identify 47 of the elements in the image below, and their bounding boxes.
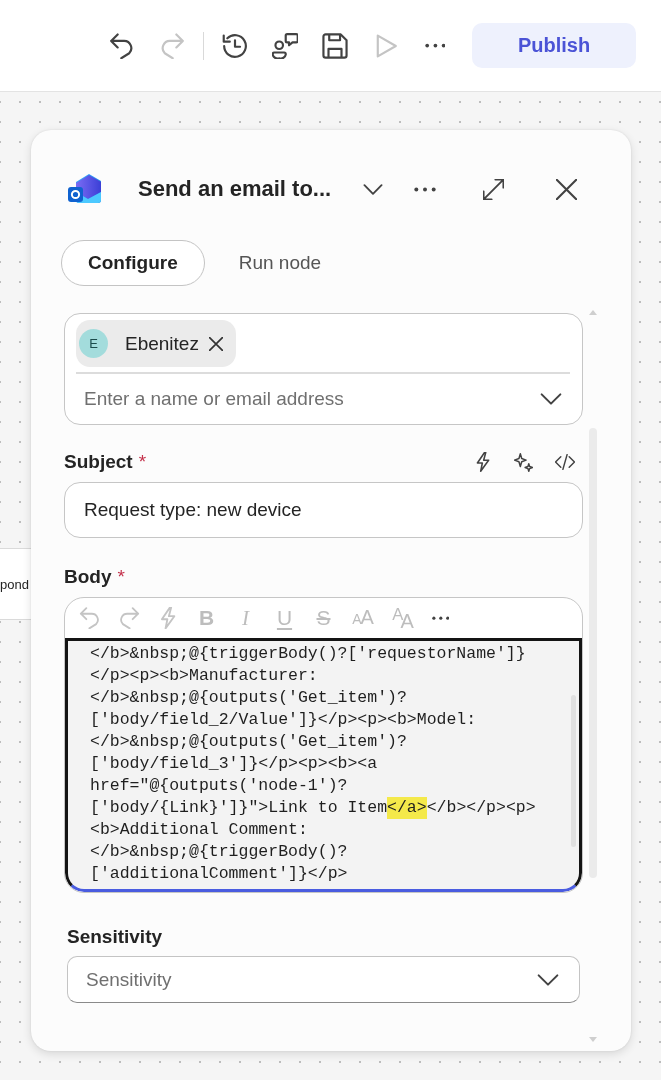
required-mark: * [138,451,147,473]
more-icon[interactable] [414,186,436,192]
canvas-node[interactable]: pond [0,548,31,620]
code-line: ['body/field_3']}</p><p><b><a [90,753,378,775]
sensitivity-dropdown[interactable]: Sensitivity [67,956,580,1003]
recipient-input[interactable]: Enter a name or email address [76,384,540,414]
panel-title: Send an email to... [138,176,333,202]
recipient-chip[interactable]: E Ebenitez [76,320,236,367]
code-line: </b>&nbsp;@{outputs('Get_item')? [90,687,407,709]
save-icon[interactable] [322,32,348,59]
code-line: </b>&nbsp;@{triggerBody()? [90,841,348,863]
more-icon[interactable] [424,42,446,49]
code-line: ['body/field_2/Value']}</p><p><b>Model: [90,709,477,731]
code-line: ['additionalComment']}</p> [90,863,348,885]
avatar: E [79,329,108,358]
person-chat-icon[interactable] [272,32,298,59]
code-line: </b>&nbsp;@{triggerBody()?['requestorName']} [90,643,526,665]
more-icon[interactable] [431,615,450,621]
recipient-name: Ebenitez [125,332,199,355]
node-label: pond [0,576,29,592]
code-line: <b>Additional Comment: [90,819,308,841]
mail-app-icon [67,172,103,206]
field-label: Subject [64,451,133,473]
chevron-down-icon[interactable] [540,393,562,405]
sparkle-icon[interactable] [514,452,533,472]
field-label: Body [64,566,112,588]
close-icon[interactable] [208,336,223,351]
highlighted-code: </a> [387,797,427,819]
required-mark: * [117,566,125,588]
tab[interactable]: Configure [61,240,205,286]
expand-icon[interactable] [483,178,504,200]
field-label: Sensitivity [67,926,163,948]
close-icon[interactable] [556,178,577,200]
publish-button[interactable]: Publish [472,23,636,68]
subject-field[interactable]: Request type: new device [64,482,583,538]
code-line: </p><p><b>Manufacturer: [90,665,318,687]
lightning-icon[interactable] [474,452,492,472]
code-text: ['body/{Link}']}">Link to Item [90,797,388,819]
undo-icon[interactable] [109,32,135,59]
chevron-down-icon[interactable] [537,973,559,986]
chevron-down-icon[interactable] [363,183,383,195]
history-icon[interactable] [222,32,248,59]
tab[interactable]: Run node [211,240,349,286]
code-line: href="@{outputs('node-1')? [90,775,348,797]
code-icon[interactable] [555,454,575,470]
code-line: </b>&nbsp;@{outputs('Get_item')? [90,731,407,753]
code-text: </b></p><p> [426,797,536,819]
